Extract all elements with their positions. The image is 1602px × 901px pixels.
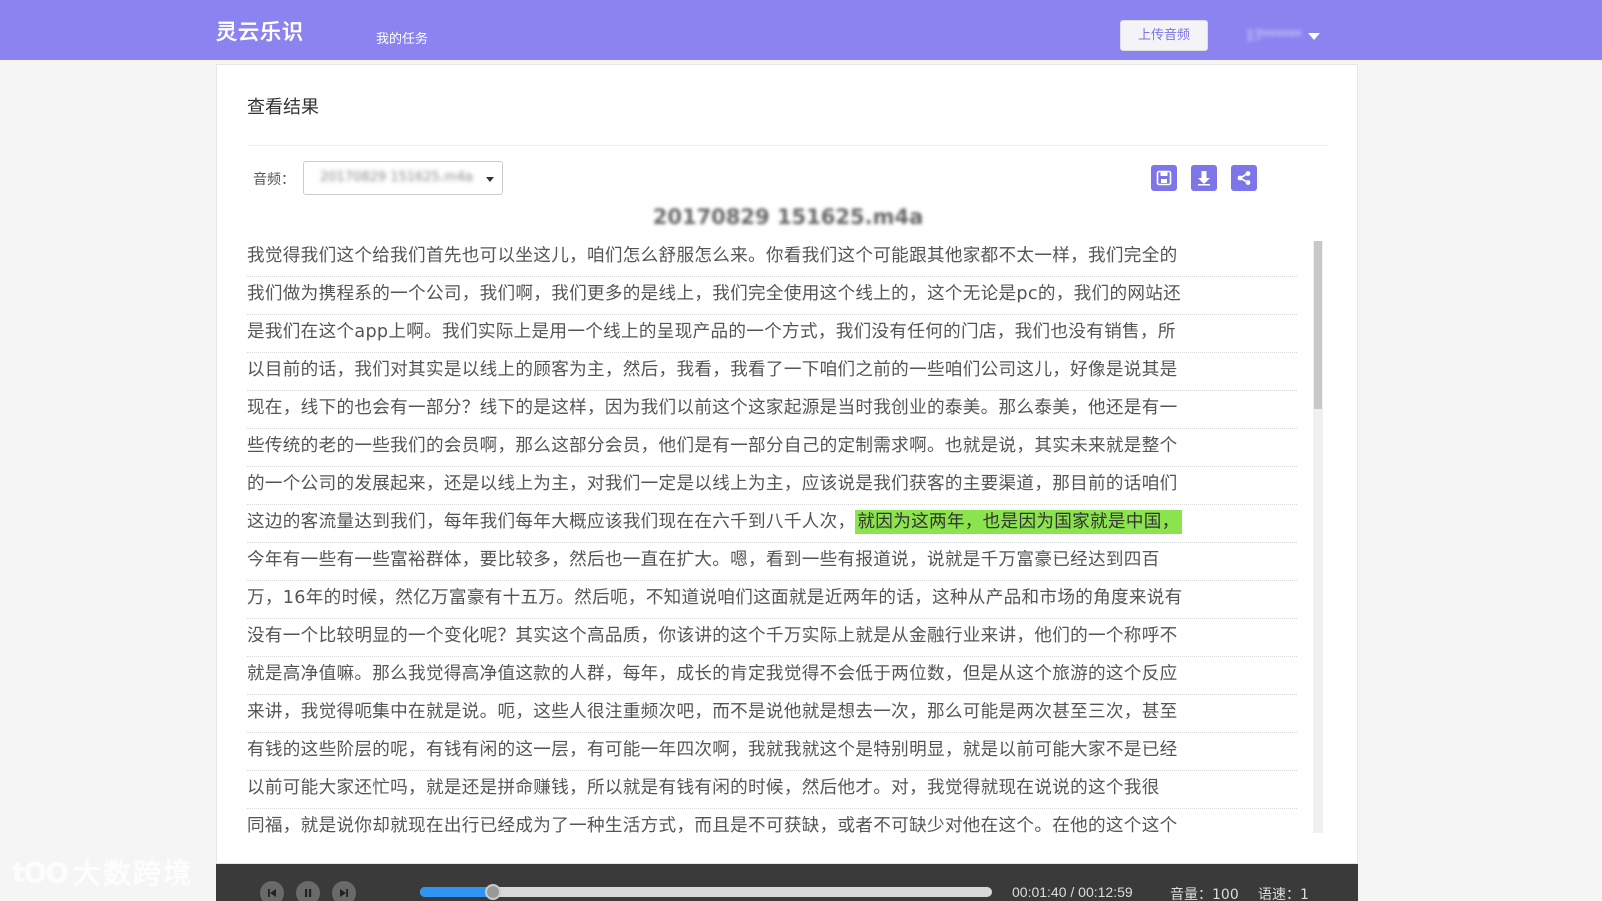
current-playing-segment[interactable]: 就因为这两年，也是因为国家就是中国， — [855, 510, 1182, 534]
speed-readout[interactable]: 语速：1 — [1258, 884, 1309, 901]
transcript-line: 的一个公司的发展起来，还是以线上为主，对我们一定是以线上为主，应该说是我们获客的… — [247, 467, 1297, 505]
transcript-line: 万，16年的时候，然亿万富豪有十五万。然后呃，不知道说咱们这面就是近两年的话，这… — [247, 581, 1297, 619]
download-icon — [1198, 171, 1210, 186]
scrollbar-thumb[interactable] — [1314, 241, 1322, 409]
pause-icon — [305, 889, 312, 897]
volume-readout[interactable]: 音量：100 — [1170, 884, 1239, 901]
user-name: 17****** — [1246, 28, 1302, 44]
transcript-line: 以前可能大家还忙吗，就是还是拼命赚钱，所以就是有钱有闲的时候，然后他才。对，我觉… — [247, 771, 1297, 809]
transcript-line: 些传统的老的一些我们的会员啊，那么这部分会员，他们是有一部分自己的定制需求啊。也… — [247, 429, 1297, 467]
transcript-text: 我觉得我们这个给我们首先也可以坐这儿，咱们怎么舒服怎么来。你看我们这个可能跟其他… — [247, 239, 1297, 833]
audio-file-name: 20170829 151625.m4a — [217, 205, 1359, 229]
chevron-down-icon — [486, 177, 494, 182]
transcript-scrollbar[interactable] — [1313, 241, 1323, 833]
save-button[interactable] — [1151, 165, 1177, 191]
upload-audio-button[interactable]: 上传音频 — [1120, 20, 1208, 51]
transcript-line: 现在，线下的也会有一部分？线下的是这样，因为我们以前这个这家起源是当时我创业的泰… — [247, 391, 1297, 429]
share-icon — [1237, 171, 1251, 185]
playback-time: 00:01:40 / 00:12:59 — [1012, 884, 1133, 900]
audio-file-name-text: 20170829 151625.m4a — [652, 205, 924, 229]
top-nav-bar: 灵云乐识 我的任务 上传音频 17****** — [0, 0, 1602, 60]
progress-fill — [420, 887, 494, 897]
share-button[interactable] — [1231, 165, 1257, 191]
transcript-segment: 这边的客流量达到我们，每年我们每年大概应该我们现在在六千到八千人次， — [247, 512, 856, 532]
user-menu[interactable]: 17****** — [1246, 26, 1320, 46]
save-icon — [1156, 170, 1172, 186]
page-title: 查看结果 — [247, 97, 319, 118]
transcript-line: 是我们在这个app上啊。我们实际上是用一个线上的呈现产品的一个方式，我们没有任何… — [247, 315, 1297, 353]
title-divider — [247, 145, 1329, 146]
watermark-logo: tOO — [12, 855, 69, 889]
audio-select[interactable]: 20170829 151625.m4a — [303, 161, 503, 195]
transcript-line: 今年有一些有一些富裕群体，要比较多，然后也一直在扩大。嗯，看到一些有报道说，说就… — [247, 543, 1297, 581]
audio-player-bar: 00:01:40 / 00:12:59 音量：100 语速：1 — [216, 864, 1358, 901]
progress-handle[interactable] — [485, 884, 502, 900]
audio-label: 音频： — [253, 172, 295, 188]
pause-button[interactable] — [296, 881, 320, 901]
nav-my-tasks[interactable]: 我的任务 — [376, 28, 428, 47]
transcript-line: 我们做为携程系的一个公司，我们啊，我们更多的是线上，我们完全使用这个线上的，这个… — [247, 277, 1297, 315]
watermark-text: 大数跨境 — [73, 857, 194, 890]
watermark: tOO 大数跨境 — [12, 852, 193, 892]
next-button[interactable] — [332, 881, 356, 901]
transcript-line: 以目前的话，我们对其实是以线上的顾客为主，然后，我看，我看了一下咱们之前的一些咱… — [247, 353, 1297, 391]
transcript-line: 有钱的这些阶层的呢，有钱有闲的这一层，有可能一年四次啊，我就我就这个是特别明显，… — [247, 733, 1297, 771]
transcript-line: 没有一个比较明显的一个变化呢？其实这个高品质，你该讲的这个千万实际上就是从金融行… — [247, 619, 1297, 657]
transcript-line: 我觉得我们这个给我们首先也可以坐这儿，咱们怎么舒服怎么来。你看我们这个可能跟其他… — [247, 239, 1297, 277]
skip-forward-icon — [340, 889, 348, 897]
transcript-line: 这边的客流量达到我们，每年我们每年大概应该我们现在在六千到八千人次， 就因为这两年… — [247, 505, 1297, 543]
previous-button[interactable] — [260, 881, 284, 901]
result-card: 查看结果 音频： 20170829 151625.m4a 20170829 15… — [216, 64, 1358, 864]
skip-back-icon — [268, 889, 276, 897]
brand-logo[interactable]: 灵云乐识 — [216, 16, 304, 46]
download-button[interactable] — [1191, 165, 1217, 191]
audio-select-value: 20170829 151625.m4a — [320, 170, 473, 185]
transcript-line: 同福，就是说你却就现在出行已经成为了一种生活方式，而且是不可获缺，或者不可缺少对… — [247, 809, 1297, 833]
transcript-line: 就是高净值嘛。那么我觉得高净值这款的人群，每年，成长的肯定我觉得不会低于两位数，… — [247, 657, 1297, 695]
progress-slider[interactable] — [420, 884, 992, 900]
caret-down-icon — [1307, 32, 1320, 40]
transcript-line: 来讲，我觉得呃集中在就是说。呃，这些人很注重频次吧，而不是说他就是想去一次，那么… — [247, 695, 1297, 733]
